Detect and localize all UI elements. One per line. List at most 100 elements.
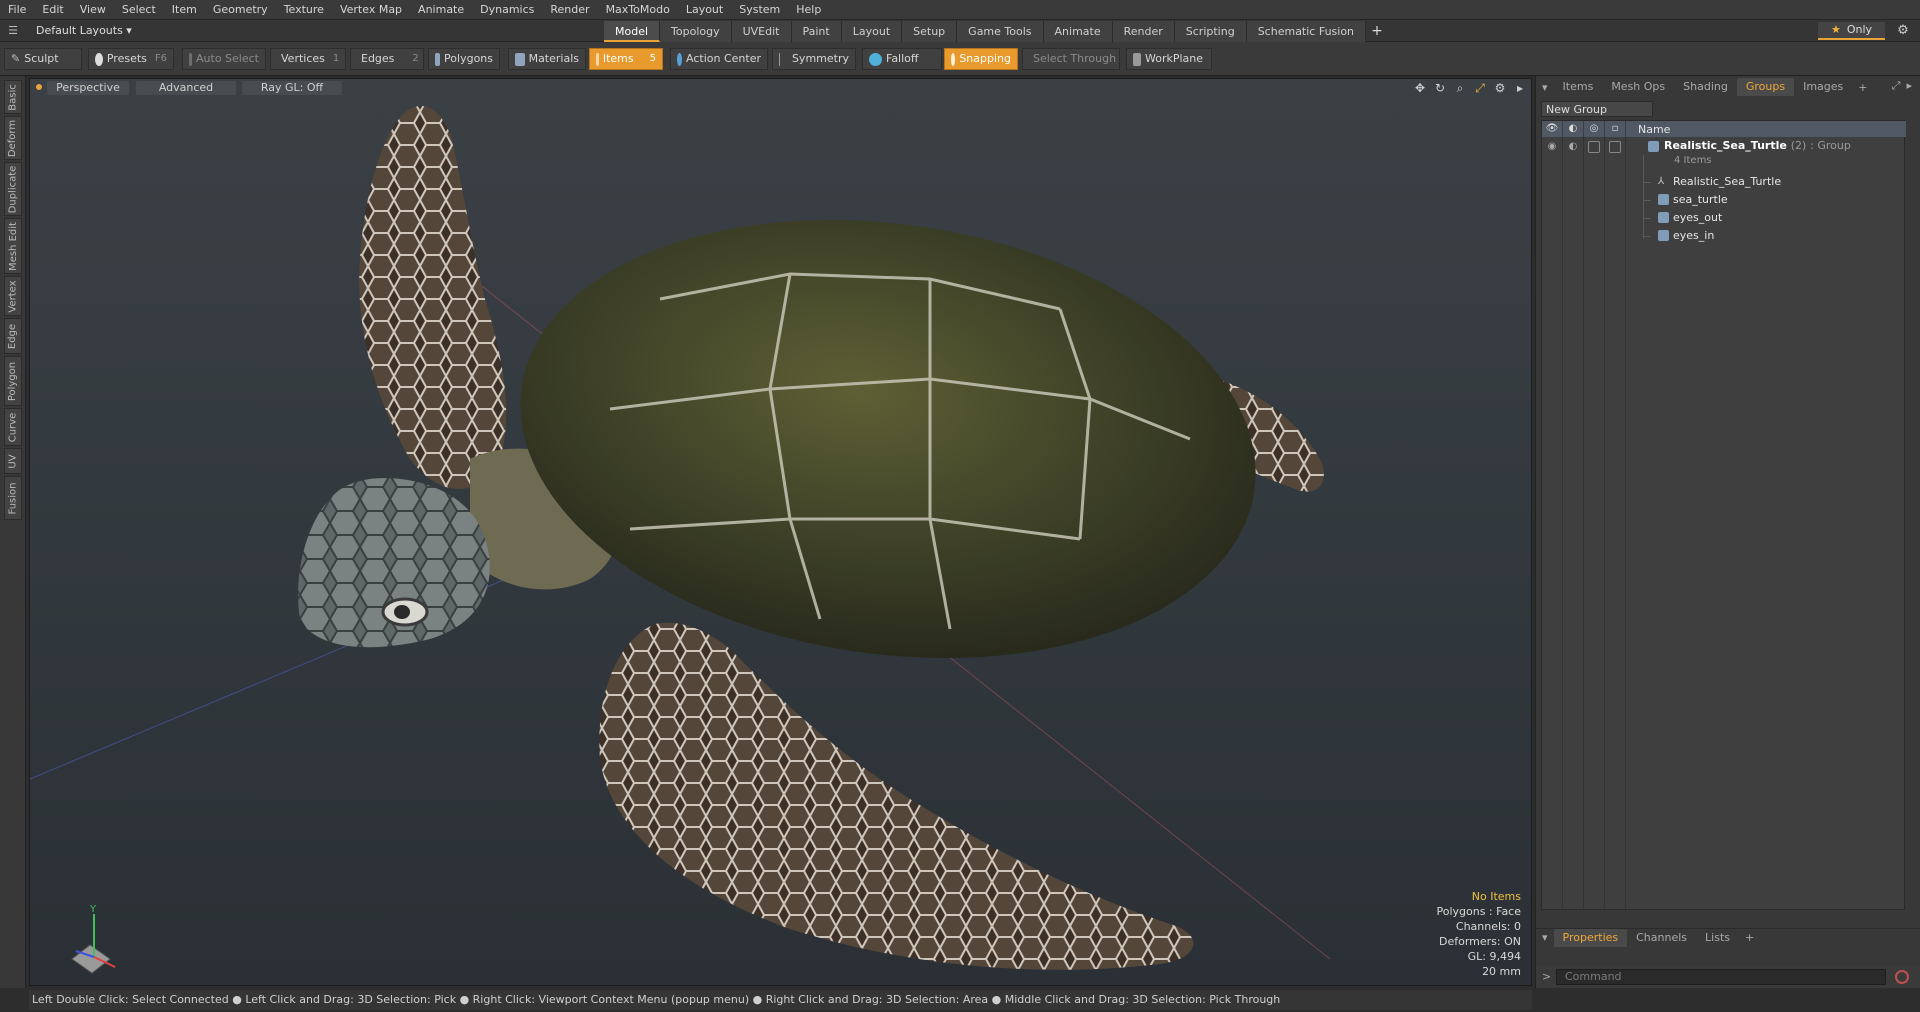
tab-render[interactable]: Render	[1112, 21, 1175, 42]
list-item[interactable]: eyes_out	[1542, 209, 1906, 227]
command-arrow-icon[interactable]: >	[1542, 970, 1551, 983]
scale-info: 20 mm	[1482, 965, 1521, 978]
menu-texture[interactable]: Texture	[276, 0, 332, 20]
ptab-add-button[interactable]: +	[1739, 931, 1760, 944]
command-input[interactable]: Command	[1556, 969, 1886, 985]
menu-edit[interactable]: Edit	[34, 0, 71, 20]
maximize-icon[interactable]: ⤢	[1473, 81, 1487, 95]
rotate-icon[interactable]: ↻	[1433, 81, 1447, 95]
properties-menu-icon[interactable]: ▾	[1542, 931, 1548, 944]
add-tab-button[interactable]: +	[1366, 21, 1388, 42]
select-checkbox[interactable]	[1609, 141, 1621, 153]
menu-view[interactable]: View	[72, 0, 114, 20]
groups-table-columns	[1542, 137, 1626, 911]
visibility-column-icon[interactable]: 👁	[1542, 121, 1563, 137]
shading-mode-button[interactable]: Advanced	[136, 81, 236, 95]
gear-icon[interactable]: ⚙	[1894, 22, 1912, 40]
zoom-icon[interactable]: ⌕	[1453, 81, 1467, 95]
viewport-arrow-icon[interactable]: ▸	[1513, 81, 1527, 95]
only-toggle-button[interactable]: ★ Only	[1818, 22, 1885, 40]
vtab-uv[interactable]: UV	[4, 448, 22, 474]
tab-setup[interactable]: Setup	[902, 21, 958, 42]
vtab-edge[interactable]: Edge	[4, 318, 22, 354]
falloff-button[interactable]: Falloff	[862, 48, 942, 70]
3d-viewport[interactable]: Y Perspective Advanced Ray GL: Off ✥ ↻ ⌕…	[29, 78, 1532, 986]
list-item[interactable]: sea_turtle	[1542, 191, 1906, 209]
rtab-shading[interactable]: Shading	[1674, 78, 1737, 96]
menu-animate[interactable]: Animate	[410, 0, 472, 20]
menu-render[interactable]: Render	[542, 0, 597, 20]
menu-dynamics[interactable]: Dynamics	[472, 0, 542, 20]
list-item[interactable]: ⅄ Realistic_Sea_Turtle	[1542, 173, 1906, 191]
workplane-button[interactable]: WorkPlane	[1126, 48, 1212, 70]
tab-model[interactable]: Model	[604, 21, 661, 42]
menu-select[interactable]: Select	[114, 0, 164, 20]
rtab-items[interactable]: Items	[1554, 78, 1603, 96]
select-through-button[interactable]: Select Through	[1022, 48, 1120, 70]
ptab-channels[interactable]: Channels	[1627, 929, 1696, 947]
symmetry-button[interactable]: Symmetry	[772, 48, 856, 70]
rtab-mesh-ops[interactable]: Mesh Ops	[1602, 78, 1674, 96]
rtab-add-button[interactable]: +	[1852, 81, 1873, 94]
viewport-gear-icon[interactable]: ⚙	[1493, 81, 1507, 95]
vtab-curve[interactable]: Curve	[4, 408, 22, 446]
edges-button[interactable]: Edges 2	[350, 48, 424, 70]
rtab-groups[interactable]: Groups	[1736, 78, 1795, 96]
menu-system[interactable]: System	[731, 0, 788, 20]
vtab-vertex[interactable]: Vertex	[4, 276, 22, 316]
new-group-button[interactable]: New Group	[1541, 101, 1653, 117]
action-center-button[interactable]: Action Center	[670, 48, 768, 70]
presets-button[interactable]: Presets F6	[88, 48, 174, 70]
vtab-fusion[interactable]: Fusion	[4, 476, 22, 520]
snapping-button[interactable]: Snapping	[944, 48, 1018, 70]
tab-schematic-fusion[interactable]: Schematic Fusion	[1246, 21, 1367, 42]
pan-icon[interactable]: ✥	[1413, 81, 1427, 95]
vtab-deform[interactable]: Deform	[4, 116, 22, 160]
group-row[interactable]: ◉ ◐ Realistic_Sea_Turtle (2) : Group 4 I…	[1542, 138, 1906, 172]
sculpt-button[interactable]: ✎ Sculpt	[4, 48, 82, 70]
name-column-header[interactable]: Name	[1626, 123, 1670, 136]
lock-column-icon[interactable]: ◐	[1563, 121, 1584, 137]
tab-paint[interactable]: Paint	[791, 21, 842, 42]
render-checkbox[interactable]	[1588, 141, 1600, 153]
vtab-basic[interactable]: Basic	[4, 80, 22, 114]
list-item[interactable]: eyes_in	[1542, 227, 1906, 245]
polygons-button[interactable]: Polygons	[428, 48, 500, 70]
tab-game-tools[interactable]: Game Tools	[957, 21, 1044, 42]
tab-uvedit[interactable]: UVEdit	[731, 21, 792, 42]
lock-icon[interactable]: ◐	[1567, 141, 1579, 153]
eye-icon[interactable]: ◉	[1546, 141, 1558, 153]
auto-select-button[interactable]: Auto Select	[182, 48, 266, 70]
tab-topology[interactable]: Topology	[660, 21, 732, 42]
panel-menu-icon[interactable]: ▾	[1542, 81, 1548, 94]
menu-file[interactable]: File	[0, 0, 34, 20]
stop-icon[interactable]	[1895, 970, 1909, 984]
select-column-icon[interactable]: ▫	[1605, 121, 1626, 137]
tab-scripting[interactable]: Scripting	[1174, 21, 1247, 42]
view-type-button[interactable]: Perspective	[47, 81, 129, 95]
layout-selector[interactable]: Default Layouts ▾	[36, 23, 132, 39]
raygl-button[interactable]: Ray GL: Off	[242, 81, 342, 95]
vtab-duplicate[interactable]: Duplicate	[4, 162, 22, 216]
menu-layout[interactable]: Layout	[678, 0, 731, 20]
menu-vertex-map[interactable]: Vertex Map	[332, 0, 410, 20]
vtab-polygon[interactable]: Polygon	[4, 356, 22, 406]
tab-animate[interactable]: Animate	[1043, 21, 1113, 42]
vtab-mesh-edit[interactable]: Mesh Edit	[4, 218, 22, 274]
materials-button[interactable]: Materials	[508, 48, 586, 70]
menu-help[interactable]: Help	[788, 0, 829, 20]
menu-maxtomodo[interactable]: MaxToModo	[598, 0, 678, 20]
edges-label: Edges	[361, 52, 395, 65]
panel-arrow-icon[interactable]: ▸	[1906, 79, 1912, 93]
ptab-properties[interactable]: Properties	[1553, 928, 1628, 947]
ptab-lists[interactable]: Lists	[1696, 929, 1739, 947]
menu-geometry[interactable]: Geometry	[205, 0, 276, 20]
tab-layout[interactable]: Layout	[841, 21, 903, 42]
render-column-icon[interactable]: ◎	[1584, 121, 1605, 137]
vertices-button[interactable]: Vertices 1	[270, 48, 346, 70]
rtab-images[interactable]: Images	[1794, 78, 1852, 96]
expand-icon[interactable]: ⤢	[1892, 79, 1901, 93]
items-button[interactable]: Items 5	[589, 48, 663, 70]
layout-menu-icon[interactable]: ☰	[6, 24, 20, 38]
menu-item[interactable]: Item	[164, 0, 205, 20]
